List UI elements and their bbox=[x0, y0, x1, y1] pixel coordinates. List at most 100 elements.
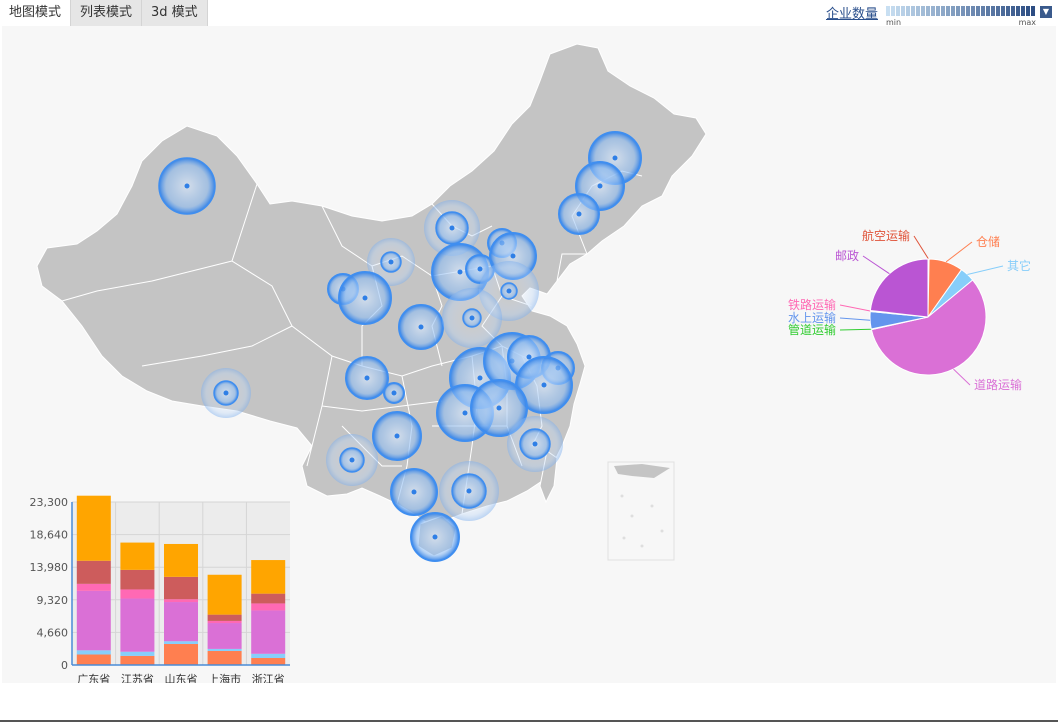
legend-step bbox=[1006, 6, 1010, 16]
bar-segment[interactable] bbox=[120, 598, 155, 652]
bubble[interactable] bbox=[398, 304, 444, 350]
legend-step bbox=[886, 6, 890, 16]
bar-ytick-label: 23,300 bbox=[30, 496, 69, 509]
bubble[interactable] bbox=[372, 411, 422, 461]
bar-segment[interactable] bbox=[120, 655, 155, 665]
bar-category-label: 广东省 bbox=[77, 673, 110, 683]
bubble[interactable] bbox=[439, 461, 499, 521]
tab-list-mode[interactable]: 列表模式 bbox=[71, 0, 143, 26]
bar-segment[interactable] bbox=[207, 620, 242, 624]
bar-ytick-label: 13,980 bbox=[30, 561, 69, 574]
pie-label-line bbox=[839, 328, 872, 331]
bar-segment[interactable] bbox=[76, 650, 111, 655]
bar-segment[interactable] bbox=[76, 583, 111, 591]
pie-label: 其它 bbox=[1007, 258, 1031, 273]
bar-segment[interactable] bbox=[207, 614, 242, 621]
bar-segment[interactable] bbox=[207, 651, 242, 665]
bar-segment[interactable] bbox=[76, 654, 111, 665]
tab-3d-mode[interactable]: 3d 模式 bbox=[142, 0, 208, 26]
bar-category-label: 江苏省 bbox=[121, 673, 154, 683]
pie-chart[interactable]: 航空运输 仓储其它道路运输管道运输水上运输铁路运输邮政 bbox=[788, 228, 1031, 392]
bar-segment[interactable] bbox=[207, 574, 242, 615]
legend-step bbox=[1031, 6, 1035, 16]
bubble[interactable] bbox=[390, 468, 438, 516]
bubble[interactable] bbox=[158, 157, 216, 215]
legend-step bbox=[951, 6, 955, 16]
bubble[interactable] bbox=[326, 434, 378, 486]
legend-dropdown-icon[interactable]: ▼ bbox=[1040, 6, 1052, 18]
bubble[interactable] bbox=[383, 382, 405, 404]
legend-step bbox=[901, 6, 905, 16]
bar-segment[interactable] bbox=[164, 602, 199, 642]
legend-scale[interactable]: min max bbox=[886, 4, 1036, 27]
legend-gradient-bar bbox=[886, 6, 1035, 16]
bar-segment[interactable] bbox=[164, 599, 199, 603]
color-legend: 企业数量 min max ▼ bbox=[826, 4, 1052, 27]
legend-step bbox=[1026, 6, 1030, 16]
bar-ytick-label: 0 bbox=[61, 659, 68, 672]
legend-step bbox=[961, 6, 965, 16]
pie-slice[interactable] bbox=[869, 258, 929, 318]
legend-step bbox=[941, 6, 945, 16]
legend-title[interactable]: 企业数量 bbox=[826, 4, 878, 26]
legend-step bbox=[946, 6, 950, 16]
bubble[interactable] bbox=[442, 288, 502, 348]
bar-segment[interactable] bbox=[120, 589, 155, 599]
bar-segment[interactable] bbox=[207, 648, 242, 652]
bubble[interactable] bbox=[345, 356, 389, 400]
bar-segment[interactable] bbox=[164, 543, 199, 577]
legend-step bbox=[966, 6, 970, 16]
tab-map-mode[interactable]: 地图模式 bbox=[0, 0, 72, 26]
bar-segment[interactable] bbox=[251, 653, 286, 659]
legend-step bbox=[896, 6, 900, 16]
legend-step bbox=[976, 6, 980, 16]
pie-label: 航空运输 bbox=[862, 228, 910, 243]
bubble[interactable] bbox=[558, 193, 600, 235]
bubble[interactable] bbox=[410, 512, 460, 562]
legend-step bbox=[916, 6, 920, 16]
bar-segment[interactable] bbox=[251, 603, 286, 611]
bubble[interactable] bbox=[201, 368, 251, 418]
bar-segment[interactable] bbox=[76, 560, 111, 584]
bar-segment[interactable] bbox=[76, 590, 111, 651]
bar-ytick-label: 18,640 bbox=[30, 529, 69, 542]
pie-label-line bbox=[967, 265, 1004, 275]
pie-label-line bbox=[839, 304, 871, 312]
bar-ytick-label: 4,660 bbox=[37, 626, 69, 639]
bar-segment[interactable] bbox=[251, 658, 286, 665]
china-map[interactable]: 航空运输 仓储其它道路运输管道运输水上运输铁路运输邮政 04,6609,32013… bbox=[2, 26, 1056, 683]
bar-segment[interactable] bbox=[76, 495, 111, 561]
legend-step bbox=[1001, 6, 1005, 16]
bar-segment[interactable] bbox=[207, 623, 242, 649]
legend-step bbox=[956, 6, 960, 16]
legend-step bbox=[991, 6, 995, 16]
legend-step bbox=[996, 6, 1000, 16]
bar-segment[interactable] bbox=[251, 610, 286, 654]
bubble[interactable] bbox=[507, 416, 563, 472]
bar-segment[interactable] bbox=[120, 569, 155, 590]
pie-label-line bbox=[839, 317, 871, 321]
legend-step bbox=[1016, 6, 1020, 16]
pie-label: 邮政 bbox=[835, 249, 859, 263]
bar-ytick-label: 9,320 bbox=[37, 594, 69, 607]
legend-step bbox=[931, 6, 935, 16]
bar-segment[interactable] bbox=[251, 593, 286, 604]
map-area: 航空运输 仓储 其它 道路运输 管道运输 水上运输 铁路运输 邮政 0 4,660 9,320 13… bbox=[2, 26, 1056, 683]
bar-segment[interactable] bbox=[164, 641, 199, 645]
pie-label-line bbox=[913, 235, 929, 260]
bubble[interactable] bbox=[338, 271, 392, 325]
bottom-strip bbox=[0, 683, 1058, 720]
legend-step bbox=[926, 6, 930, 16]
legend-step bbox=[906, 6, 910, 16]
bar-segment[interactable] bbox=[164, 644, 199, 665]
bar-segment[interactable] bbox=[120, 542, 155, 570]
bar-segment[interactable] bbox=[164, 576, 199, 600]
bar-segment[interactable] bbox=[251, 560, 286, 594]
pie-label-line bbox=[953, 368, 971, 386]
pie-label: 铁路运输 bbox=[788, 297, 836, 312]
legend-step bbox=[986, 6, 990, 16]
stacked-bar-chart[interactable]: 0 4,660 9,320 13,980 18,640 23,300 广东省 江苏省 山东省 上海… bbox=[30, 495, 291, 683]
bar-category-label: 浙江省 bbox=[252, 673, 285, 683]
legend-step bbox=[1021, 6, 1025, 16]
bar-segment[interactable] bbox=[120, 651, 155, 656]
